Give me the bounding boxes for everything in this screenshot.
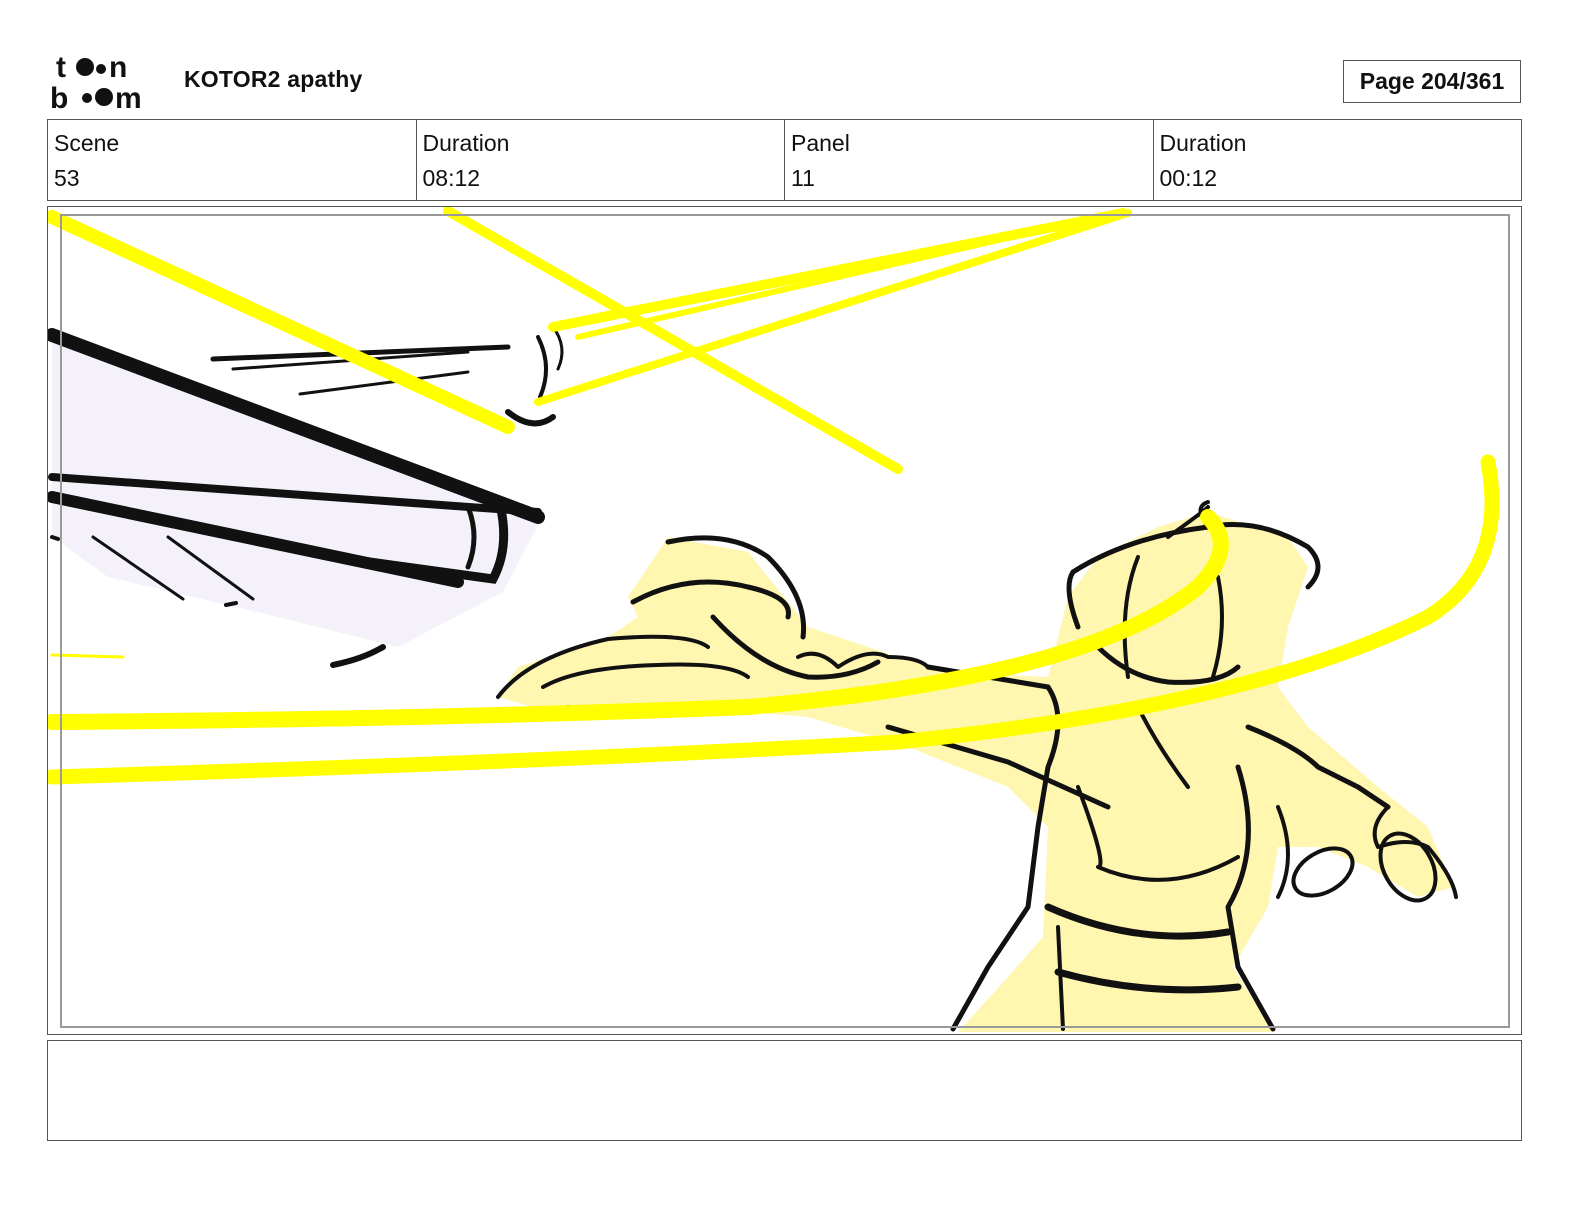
scene-value: 53 bbox=[54, 165, 80, 191]
ink-stroke bbox=[505, 409, 556, 427]
ink-stroke bbox=[330, 644, 386, 668]
scene-duration-cell: Duration 08:12 bbox=[417, 120, 785, 200]
panel-duration-label: Duration bbox=[1159, 130, 1247, 156]
scene-duration-value: 08:12 bbox=[422, 165, 481, 191]
page-counter: Page 204/361 bbox=[1343, 60, 1521, 103]
storyboard-page: t n b m KOTOR2 apathy Page 204/361 Scene… bbox=[0, 0, 1584, 1224]
logo-t-letter: t bbox=[56, 51, 66, 84]
ink-stroke bbox=[536, 335, 549, 399]
scene-info-table: Scene 53 Duration 08:12 Panel 11 Duratio… bbox=[47, 119, 1522, 201]
dialogue-box[interactable] bbox=[47, 1040, 1522, 1141]
ink-stroke bbox=[50, 535, 60, 541]
logo-m-letter: m bbox=[115, 82, 142, 112]
storyboard-panel bbox=[47, 206, 1522, 1035]
panel-duration-cell: Duration 00:12 bbox=[1154, 120, 1522, 200]
ink-stroke bbox=[224, 601, 238, 607]
yellow-streak bbox=[575, 214, 1101, 340]
toonboom-logo-graphic: t n b m bbox=[50, 51, 142, 115]
yellow-streak bbox=[443, 207, 903, 474]
figure-fill bbox=[498, 512, 1453, 1032]
logo-b-letter: b bbox=[50, 82, 68, 112]
scene-cell: Scene 53 bbox=[48, 120, 417, 200]
logo-dot bbox=[76, 58, 94, 76]
logo-dot bbox=[96, 64, 106, 74]
panel-cell: Panel 11 bbox=[785, 120, 1154, 200]
logo-n-letter: n bbox=[109, 51, 127, 84]
ink-stroke bbox=[551, 325, 564, 371]
scene-duration-label: Duration bbox=[422, 130, 510, 156]
scene-label: Scene bbox=[54, 130, 120, 156]
project-title: KOTOR2 apathy bbox=[184, 66, 363, 92]
logo-dot bbox=[82, 93, 92, 103]
logo-dot bbox=[95, 88, 113, 106]
toonboom-logo-icon: t n b m bbox=[50, 50, 165, 115]
panel-value: 11 bbox=[791, 165, 815, 191]
yellow-streak bbox=[50, 653, 125, 659]
panel-duration-value: 00:12 bbox=[1159, 165, 1218, 191]
storyboard-sketch-icon bbox=[48, 207, 1500, 1032]
panel-label: Panel bbox=[791, 130, 850, 156]
